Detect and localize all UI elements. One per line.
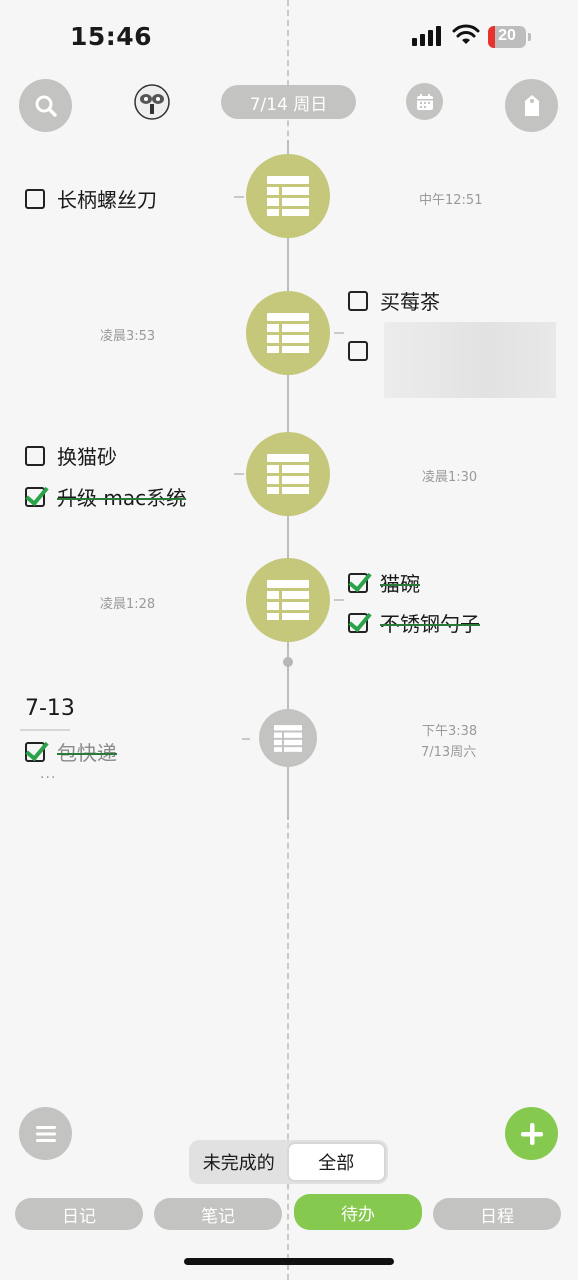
filter-segmented-control[interactable]: 未完成的 全部 bbox=[189, 1140, 388, 1184]
battery-tip bbox=[528, 33, 531, 41]
group-date: 7/13周六 bbox=[421, 745, 477, 760]
battery-icon: 20 bbox=[488, 26, 526, 48]
task-label: 买莓茶 bbox=[380, 290, 440, 314]
search-icon bbox=[35, 95, 57, 117]
task-item[interactable] bbox=[348, 341, 380, 361]
date-selector[interactable]: 7/14 周日 bbox=[221, 85, 356, 119]
tag-icon bbox=[524, 94, 539, 116]
timeline-knot bbox=[283, 657, 293, 667]
task-item[interactable]: 不锈钢勺子 bbox=[348, 608, 480, 637]
connector-tick bbox=[334, 599, 344, 601]
timeline-node[interactable] bbox=[246, 154, 330, 238]
tab-todo[interactable]: 待办 bbox=[294, 1194, 422, 1230]
day-header: 7-13 bbox=[25, 696, 75, 721]
list-grid-icon bbox=[267, 313, 309, 353]
task-label: 包快递 bbox=[57, 741, 117, 765]
plus-icon bbox=[520, 1122, 543, 1145]
timeline-node[interactable] bbox=[246, 291, 330, 375]
task-item[interactable]: 猫碗 bbox=[348, 568, 420, 597]
task-label: 升级 mac系统 bbox=[57, 486, 187, 510]
timeline-node[interactable] bbox=[246, 432, 330, 516]
task-item[interactable]: 买莓茶 bbox=[348, 286, 440, 315]
task-label: 长柄螺丝刀 bbox=[57, 188, 157, 212]
calendar-icon bbox=[416, 93, 433, 110]
calendar-button[interactable] bbox=[406, 83, 443, 120]
connector-tick bbox=[234, 196, 244, 198]
list-grid-icon bbox=[267, 454, 309, 494]
timeline-node[interactable] bbox=[259, 709, 317, 767]
task-checkbox-checked[interactable] bbox=[25, 741, 45, 762]
menu-button[interactable] bbox=[19, 1107, 72, 1160]
battery-level: 20 bbox=[498, 27, 516, 44]
task-item[interactable]: 包快递 bbox=[25, 737, 117, 766]
connector-tick bbox=[334, 332, 344, 334]
task-item[interactable]: 换猫砂 bbox=[25, 441, 117, 470]
tag-button[interactable] bbox=[505, 79, 558, 132]
home-indicator bbox=[184, 1258, 394, 1265]
group-time: 下午3:38 bbox=[422, 724, 478, 739]
task-label: 不锈钢勺子 bbox=[380, 612, 480, 636]
group-time: 中午12:51 bbox=[419, 193, 483, 208]
more-indicator[interactable]: ··· bbox=[40, 770, 56, 786]
day-header-underline bbox=[20, 729, 70, 731]
list-grid-icon bbox=[267, 580, 309, 620]
search-button[interactable] bbox=[19, 79, 72, 132]
filter-incomplete[interactable]: 未完成的 bbox=[191, 1142, 287, 1182]
tab-diary[interactable]: 日记 bbox=[15, 1198, 143, 1230]
tab-notes[interactable]: 笔记 bbox=[154, 1198, 282, 1230]
task-item[interactable]: 升级 mac系统 bbox=[25, 482, 186, 511]
task-checkbox[interactable] bbox=[25, 188, 45, 209]
menu-icon bbox=[35, 1125, 56, 1142]
connector-tick bbox=[242, 738, 250, 740]
task-checkbox-checked[interactable] bbox=[348, 612, 368, 633]
avatar[interactable] bbox=[134, 84, 170, 120]
filter-all[interactable]: 全部 bbox=[286, 1142, 386, 1182]
wifi-icon bbox=[452, 24, 480, 46]
tab-schedule[interactable]: 日程 bbox=[433, 1198, 561, 1230]
list-grid-icon bbox=[267, 176, 309, 216]
timeline-node[interactable] bbox=[246, 558, 330, 642]
group-time: 凌晨1:28 bbox=[100, 597, 156, 612]
group-time: 凌晨3:53 bbox=[100, 329, 156, 344]
task-checkbox-checked[interactable] bbox=[25, 486, 45, 507]
connector-tick bbox=[234, 473, 244, 475]
task-checkbox[interactable] bbox=[348, 290, 368, 311]
cellular-signal-icon bbox=[412, 26, 442, 46]
status-time: 15:46 bbox=[70, 22, 153, 51]
task-label: 换猫砂 bbox=[57, 445, 117, 469]
group-time: 凌晨1:30 bbox=[422, 470, 478, 485]
add-button[interactable] bbox=[505, 1107, 558, 1160]
list-grid-icon bbox=[274, 724, 302, 752]
task-checkbox[interactable] bbox=[348, 341, 368, 361]
redacted-area bbox=[384, 322, 556, 398]
task-checkbox[interactable] bbox=[25, 445, 45, 466]
task-label: 猫碗 bbox=[380, 572, 420, 596]
robot-avatar-icon bbox=[134, 84, 170, 120]
task-checkbox-checked[interactable] bbox=[348, 572, 368, 593]
task-item[interactable]: 长柄螺丝刀 bbox=[25, 184, 157, 213]
